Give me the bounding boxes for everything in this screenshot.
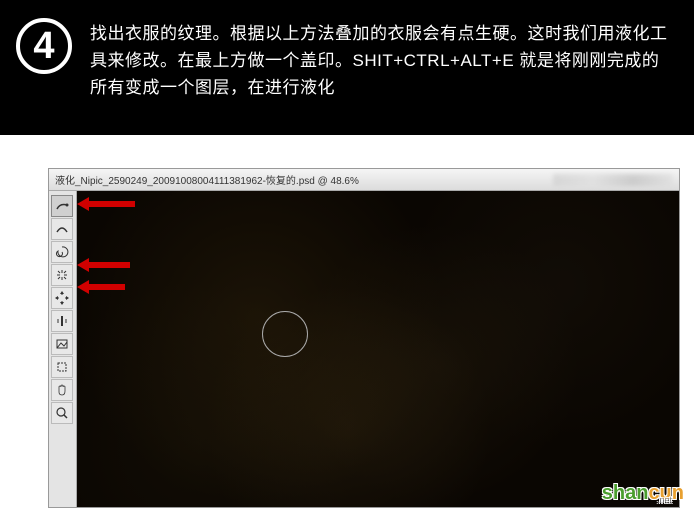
watermark-logo: shancun .net	[602, 482, 684, 505]
window-title: 液化_Nipic_2590249_20091008004111381962-恢复…	[55, 172, 359, 187]
liquify-canvas[interactable]	[77, 191, 679, 507]
watermark-subtext: .net	[657, 495, 672, 505]
instruction-header: 4 找出衣服的纹理。根据以上方法叠加的衣服会有点生硬。这时我们用液化工具来修改。…	[0, 0, 694, 135]
forward-warp-tool[interactable]	[51, 195, 73, 217]
title-bar: 液化_Nipic_2590249_20091008004111381962-恢复…	[49, 169, 679, 191]
pucker-tool[interactable]	[51, 264, 73, 286]
twirl-tool[interactable]	[51, 241, 73, 263]
step-number-circle: 4	[16, 18, 72, 74]
freeze-mask-tool[interactable]	[51, 356, 73, 378]
push-left-tool[interactable]	[51, 310, 73, 332]
instruction-text: 找出衣服的纹理。根据以上方法叠加的衣服会有点生硬。这时我们用液化工具来修改。在最…	[90, 20, 670, 102]
hand-tool[interactable]	[51, 379, 73, 401]
brush-cursor-circle	[262, 311, 308, 357]
bloat-tool[interactable]	[51, 287, 73, 309]
reconstruct-tool[interactable]	[51, 218, 73, 240]
zoom-tool[interactable]	[51, 402, 73, 424]
step-number: 4	[33, 25, 54, 68]
content-area	[49, 191, 679, 507]
liquify-toolbar	[49, 191, 77, 507]
liquify-dialog-window: 液化_Nipic_2590249_20091008004111381962-恢复…	[48, 168, 680, 508]
title-bar-controls-blurred	[553, 174, 673, 186]
watermark-text-1: shan	[602, 482, 649, 504]
mirror-tool[interactable]	[51, 333, 73, 355]
